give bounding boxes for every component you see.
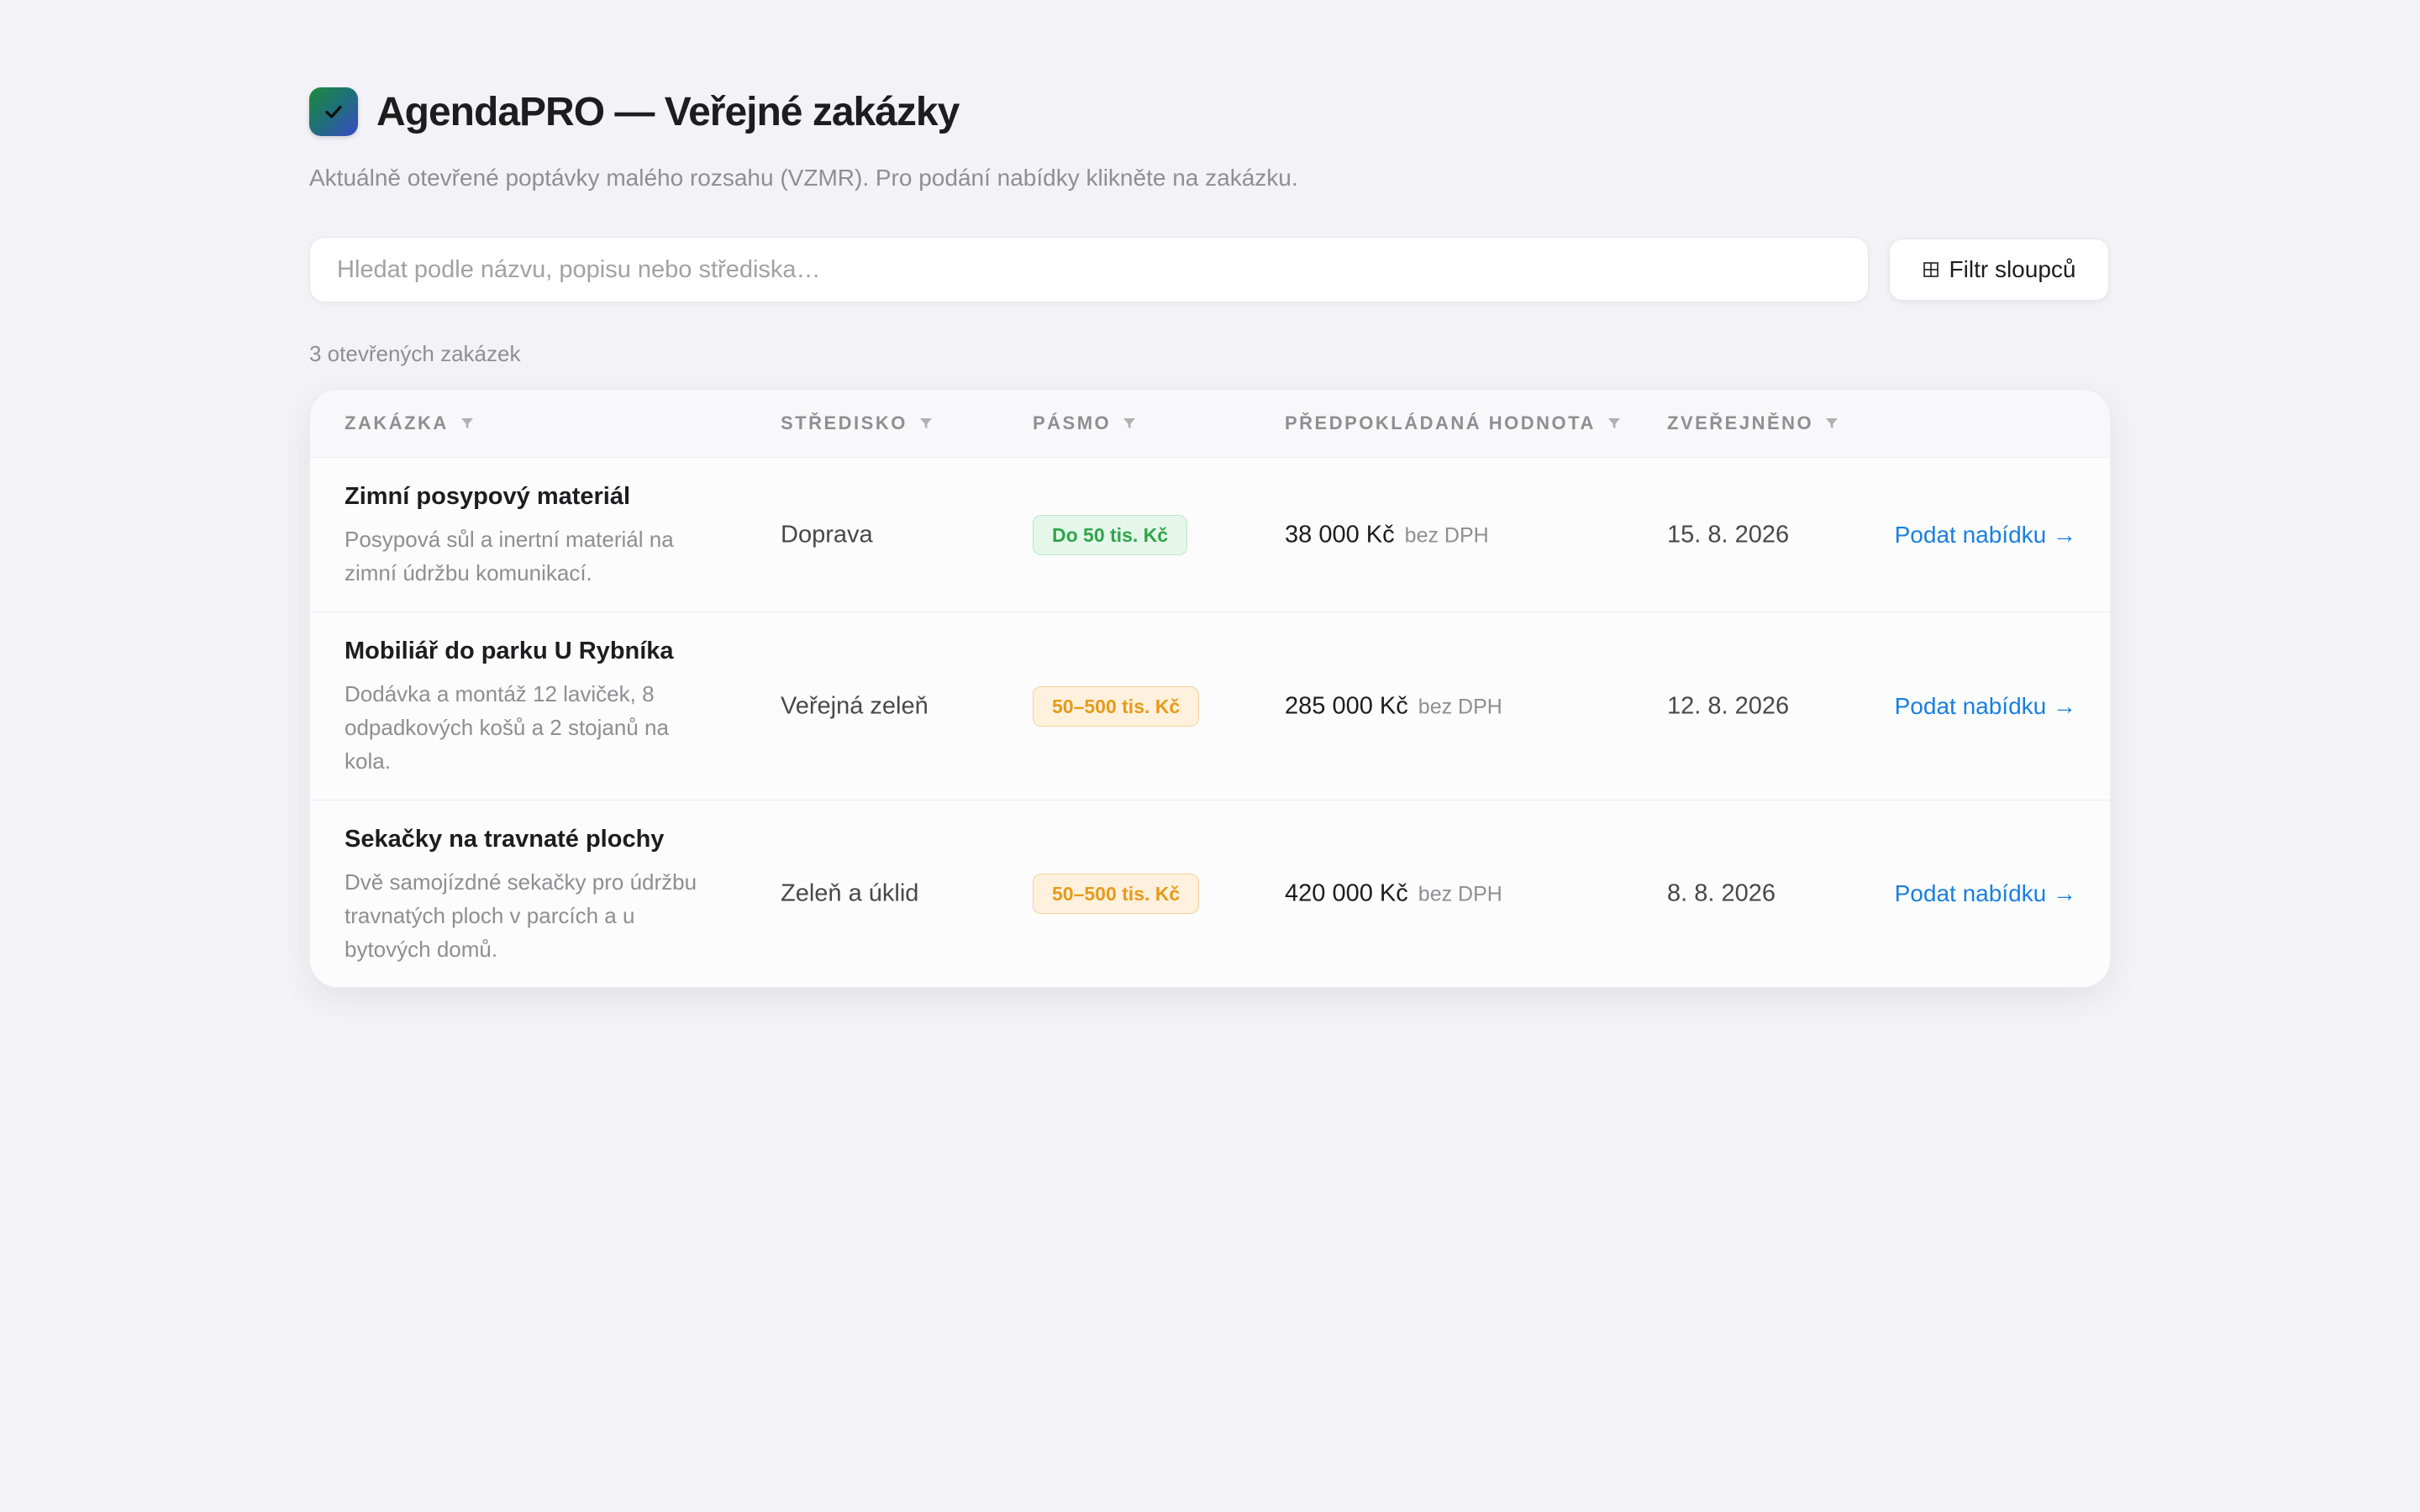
- filter-funnel-icon[interactable]: [460, 417, 474, 430]
- page-title: AgendaPRO — Veřejné zakázky: [376, 89, 960, 134]
- value-cell: 285 000 Kč bez DPH: [1285, 692, 1502, 720]
- published-date: 8. 8. 2026: [1667, 879, 1776, 907]
- table-row[interactable]: Zimní posypový materiál Posypová sůl a i…: [310, 458, 2110, 612]
- center-cell: Zeleň a úklid: [781, 879, 919, 907]
- submit-bid-link[interactable]: Podat nabídku →: [1895, 880, 2076, 907]
- published-date: 15. 8. 2026: [1667, 521, 1790, 548]
- check-icon: [323, 101, 345, 123]
- tender-description: Dvě samojízdné sekačky pro údržbu travna…: [345, 869, 697, 962]
- column-header-label: PÁSMO: [1033, 412, 1112, 433]
- band-cell: 50–500 tis. Kč: [1033, 685, 1200, 727]
- filter-funnel-icon[interactable]: [1123, 417, 1136, 430]
- filter-funnel-icon[interactable]: [919, 417, 933, 430]
- vat-note: bez DPH: [1418, 882, 1502, 906]
- vat-note: bez DPH: [1418, 695, 1502, 718]
- band-badge: 50–500 tis. Kč: [1033, 685, 1200, 727]
- page: AgendaPRO — Veřejné zakázky Aktuálně ote…: [309, 84, 2111, 988]
- tender-name: Mobiliář do parku U Rybníka: [345, 638, 674, 664]
- column-header-value[interactable]: PŘEDPOKLÁDANÁ HODNOTA: [1285, 412, 1621, 434]
- table-header: ZAKÁZKA STŘEDISKO PÁSMO PŘEDPOKLÁDANÁ HO…: [310, 390, 2110, 458]
- center-cell: Doprava: [781, 521, 873, 548]
- band-cell: Do 50 tis. Kč: [1033, 514, 1188, 555]
- tender-cell: Sekačky na travnaté plochy Dvě samojízdn…: [345, 826, 714, 966]
- tender-name: Zimní posypový materiál: [345, 483, 631, 510]
- column-header-center[interactable]: STŘEDISKO: [781, 412, 933, 434]
- tenders-table: ZAKÁZKA STŘEDISKO PÁSMO PŘEDPOKLÁDANÁ HO…: [309, 389, 2111, 988]
- column-filter-label: Filtr sloupců: [1949, 256, 2076, 282]
- submit-bid-link[interactable]: Podat nabídku →: [1895, 693, 2076, 720]
- column-header-published[interactable]: ZVEŘEJNĚNO: [1667, 412, 1839, 434]
- price-value: 38 000 Kč: [1285, 521, 1395, 548]
- grid-icon: [1923, 261, 1939, 278]
- page-header: AgendaPRO — Veřejné zakázky: [309, 84, 2109, 139]
- column-header-tender[interactable]: ZAKÁZKA: [345, 412, 474, 434]
- band-cell: 50–500 tis. Kč: [1033, 874, 1200, 914]
- published-date: 12. 8. 2026: [1667, 692, 1790, 719]
- price-value: 420 000 Kč: [1285, 879, 1408, 907]
- tender-cell: Mobiliář do parku U Rybníka Dodávka a mo…: [345, 638, 714, 778]
- column-header-label: ZAKÁZKA: [345, 412, 449, 433]
- price-value: 285 000 Kč: [1285, 692, 1408, 719]
- search-input[interactable]: [309, 237, 1869, 302]
- table-row[interactable]: Sekačky na travnaté plochy Dvě samojízdn…: [310, 801, 2110, 987]
- page-subtitle: Aktuálně otevřené poptávky malého rozsah…: [309, 165, 1298, 191]
- tender-description: Posypová sůl a inertní materiál na zimní…: [345, 527, 674, 585]
- tender-cell: Zimní posypový materiál Posypová sůl a i…: [345, 483, 714, 590]
- value-cell: 38 000 Kč bez DPH: [1285, 521, 1489, 549]
- table-row[interactable]: Mobiliář do parku U Rybníka Dodávka a mo…: [310, 612, 2110, 801]
- column-header-label: STŘEDISKO: [781, 412, 908, 433]
- column-filter-button[interactable]: Filtr sloupců: [1889, 239, 2109, 301]
- tender-description: Dodávka a montáž 12 laviček, 8 odpadkový…: [345, 681, 669, 774]
- result-count: 3 otevřených zakázek: [309, 341, 521, 366]
- submit-bid-link[interactable]: Podat nabídku →: [1895, 522, 2076, 549]
- band-badge: 50–500 tis. Kč: [1033, 874, 1200, 914]
- tender-name: Sekačky na travnaté plochy: [345, 826, 665, 853]
- app-logo: [309, 87, 358, 136]
- band-badge: Do 50 tis. Kč: [1033, 514, 1188, 555]
- vat-note: bez DPH: [1404, 523, 1489, 547]
- filter-funnel-icon[interactable]: [1825, 417, 1839, 430]
- toolbar: Filtr sloupců: [309, 237, 2109, 302]
- column-header-label: ZVEŘEJNĚNO: [1667, 412, 1814, 433]
- column-header-label: PŘEDPOKLÁDANÁ HODNOTA: [1285, 412, 1596, 433]
- column-header-band[interactable]: PÁSMO: [1033, 412, 1136, 434]
- value-cell: 420 000 Kč bez DPH: [1285, 880, 1502, 908]
- filter-funnel-icon[interactable]: [1607, 417, 1621, 430]
- center-cell: Veřejná zeleň: [781, 692, 929, 719]
